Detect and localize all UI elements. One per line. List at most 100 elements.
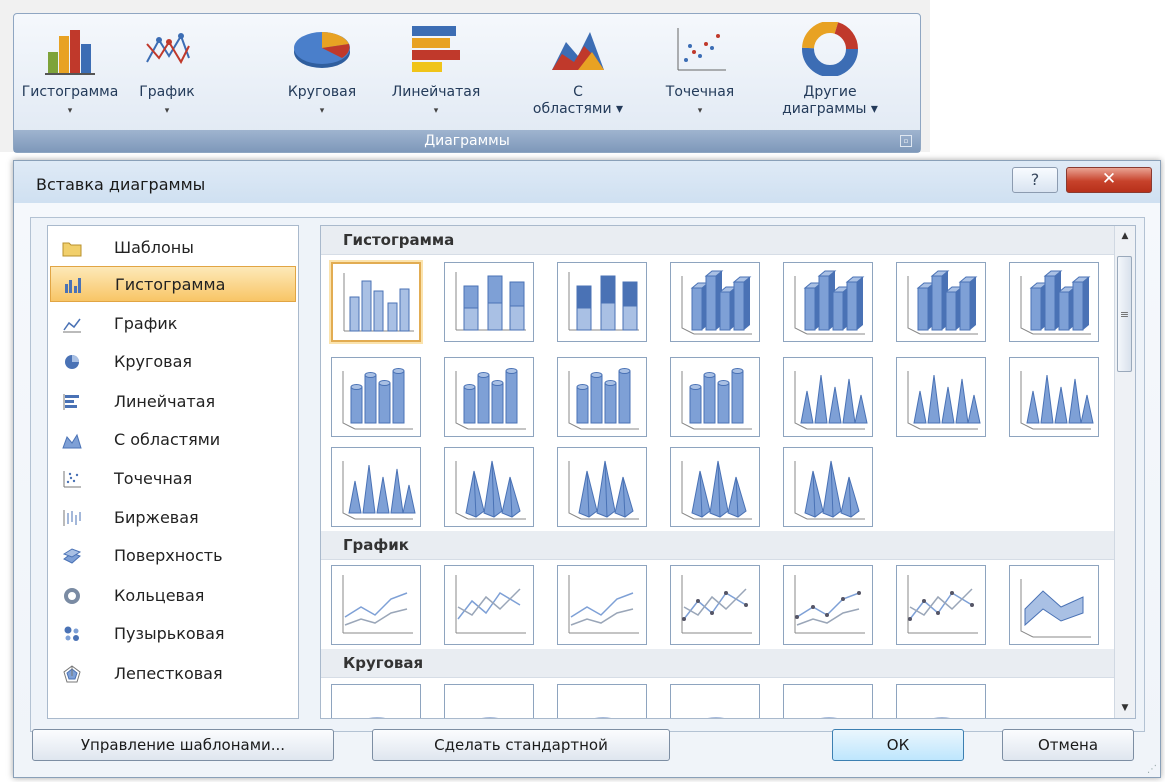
chart-type-item-scatter[interactable]: Точечная [50, 461, 296, 497]
pie-subtype-thumbnail[interactable] [331, 684, 421, 718]
scroll-thumb[interactable]: ≡ [1117, 256, 1132, 372]
line-subtype-thumbnail[interactable] [896, 565, 986, 645]
other-charts-icon [800, 22, 860, 76]
help-button[interactable]: ? [1012, 167, 1058, 193]
column-subtype-thumbnail[interactable] [444, 262, 534, 342]
pie-subtype-thumbnail[interactable] [444, 684, 534, 718]
chart-type-label: Биржевая [114, 508, 199, 527]
stock-chart-icon [62, 509, 82, 527]
charts-ribbon-group: Гистограмма ▾ График ▾ Круговая ▾ Линейчата… [13, 13, 921, 153]
chart-type-label: Лепестковая [114, 664, 223, 683]
chart-type-label: Круговая [114, 352, 193, 371]
dialog-launcher-icon[interactable]: ▫ [900, 135, 912, 147]
section-header-line: График [321, 531, 1116, 560]
radar-chart-icon [62, 665, 82, 683]
chart-type-item-bubble[interactable]: Пузырьковая [50, 616, 296, 652]
column-subtype-thumbnail[interactable] [783, 357, 873, 437]
column-subtype-thumbnail[interactable] [444, 357, 534, 437]
column-subtype-thumbnail[interactable] [557, 262, 647, 342]
scroll-down-arrow-icon[interactable]: ▼ [1115, 698, 1135, 718]
ribbon-scatter-chart-button[interactable]: Точечная ▾ [650, 14, 750, 134]
line-subtype-thumbnail[interactable] [1009, 565, 1099, 645]
line-subtype-thumbnail[interactable] [557, 565, 647, 645]
chart-type-item-pie[interactable]: Круговая [50, 344, 296, 380]
chart-type-item-surface[interactable]: Поверхность [50, 538, 296, 574]
manage-templates-button[interactable]: Управление шаблонами... [32, 729, 334, 761]
chart-type-item-stock[interactable]: Биржевая [50, 500, 296, 536]
dropdown-arrow-icon: ▾ [697, 106, 703, 116]
column-subtype-thumbnail[interactable] [331, 262, 421, 342]
line-subtype-thumbnail[interactable] [783, 565, 873, 645]
chart-type-item-area[interactable]: С областями [50, 422, 296, 458]
line-subtype-thumbnail[interactable] [331, 565, 421, 645]
scatter-chart-icon [62, 470, 82, 488]
ribbon-column-chart-label: Гистограмма [21, 84, 119, 100]
column-subtype-thumbnail[interactable] [557, 447, 647, 527]
bar-chart-icon [406, 22, 466, 76]
dropdown-arrow-icon: ▾ [319, 106, 325, 116]
chart-type-item-bar[interactable]: Линейчатая [50, 384, 296, 420]
resize-grip-icon[interactable]: ⋰ [1147, 764, 1157, 775]
dialog-title: Вставка диаграммы [36, 175, 206, 194]
ribbon-line-chart-button[interactable]: График ▾ [122, 14, 212, 134]
column-chart-icon [63, 276, 83, 294]
column-subtype-thumbnail[interactable] [1009, 357, 1099, 437]
folder-icon [62, 239, 82, 257]
chart-type-label: Поверхность [114, 546, 223, 565]
set-default-button[interactable]: Сделать стандартной [372, 729, 670, 761]
column-subtype-thumbnail[interactable] [331, 447, 421, 527]
ribbon-area-chart-button[interactable]: Собластями ▾ [518, 14, 638, 134]
column-subtype-thumbnail[interactable] [783, 447, 873, 527]
dialog-content-frame: Шаблоны Гистограмма График Круговая Лине… [30, 217, 1145, 732]
pie-chart-icon [292, 22, 352, 76]
cancel-button[interactable]: Отмена [1002, 729, 1134, 761]
chart-type-item-doughnut[interactable]: Кольцевая [50, 578, 296, 614]
column-subtype-thumbnail[interactable] [444, 447, 534, 527]
line-subtype-thumbnail[interactable] [444, 565, 534, 645]
dropdown-arrow-icon: ▾ [67, 106, 73, 116]
column-subtype-thumbnail[interactable] [331, 357, 421, 437]
column-subtype-thumbnail[interactable] [896, 357, 986, 437]
column-subtype-thumbnail[interactable] [1009, 262, 1099, 342]
column-subtype-thumbnail[interactable] [670, 357, 760, 437]
column-subtype-thumbnail[interactable] [896, 262, 986, 342]
pie-subtype-thumbnail[interactable] [896, 684, 986, 718]
scroll-up-arrow-icon[interactable]: ▲ [1115, 226, 1135, 246]
bubble-chart-icon [62, 625, 82, 643]
ok-button[interactable]: ОК [832, 729, 964, 761]
doughnut-chart-icon [62, 587, 82, 605]
pie-subtype-thumbnail[interactable] [557, 684, 647, 718]
section-header-pie: Круговая [321, 649, 1116, 678]
scatter-chart-icon [670, 22, 730, 76]
ribbon-bar-chart-button[interactable]: Линейчатая ▾ [376, 14, 496, 134]
chart-type-label: Точечная [114, 469, 193, 488]
ribbon-other-charts-label-line1: Другие [803, 84, 857, 100]
pie-chart-icon [62, 353, 82, 371]
chart-type-list: Шаблоны Гистограмма График Круговая Лине… [47, 225, 299, 719]
chart-type-label: График [114, 314, 178, 333]
close-button[interactable]: ✕ [1066, 167, 1152, 193]
dropdown-arrow-icon: ▾ [433, 106, 439, 116]
column-subtype-thumbnail[interactable] [670, 447, 760, 527]
ribbon-group-title: Диаграммы [424, 133, 510, 149]
area-chart-icon [548, 22, 608, 76]
chart-type-item-radar[interactable]: Лепестковая [50, 656, 296, 692]
ribbon-area-chart-label-line1: С [573, 84, 583, 100]
section-title: Гистограмма [343, 231, 455, 249]
chart-type-label: С областями [114, 430, 221, 449]
ribbon-other-charts-button[interactable]: Другие диаграммы ▾ [764, 14, 896, 134]
column-chart-icon [40, 22, 100, 76]
column-subtype-thumbnail[interactable] [670, 262, 760, 342]
pie-subtype-thumbnail[interactable] [670, 684, 760, 718]
pie-subtype-thumbnail[interactable] [783, 684, 873, 718]
chart-type-item-column[interactable]: Гистограмма [50, 266, 296, 302]
ribbon-column-chart-button[interactable]: Гистограмма ▾ [16, 14, 124, 134]
ribbon-pie-chart-button[interactable]: Круговая ▾ [272, 14, 372, 134]
chart-type-item-templates[interactable]: Шаблоны [50, 230, 296, 266]
line-subtype-thumbnail[interactable] [670, 565, 760, 645]
gallery-scrollbar[interactable]: ▲ ≡ ▼ [1114, 226, 1135, 718]
column-subtype-thumbnail[interactable] [783, 262, 873, 342]
column-subtype-thumbnail[interactable] [557, 357, 647, 437]
ribbon-group-footer: Диаграммы ▫ [14, 130, 920, 152]
chart-type-item-line[interactable]: График [50, 306, 296, 342]
